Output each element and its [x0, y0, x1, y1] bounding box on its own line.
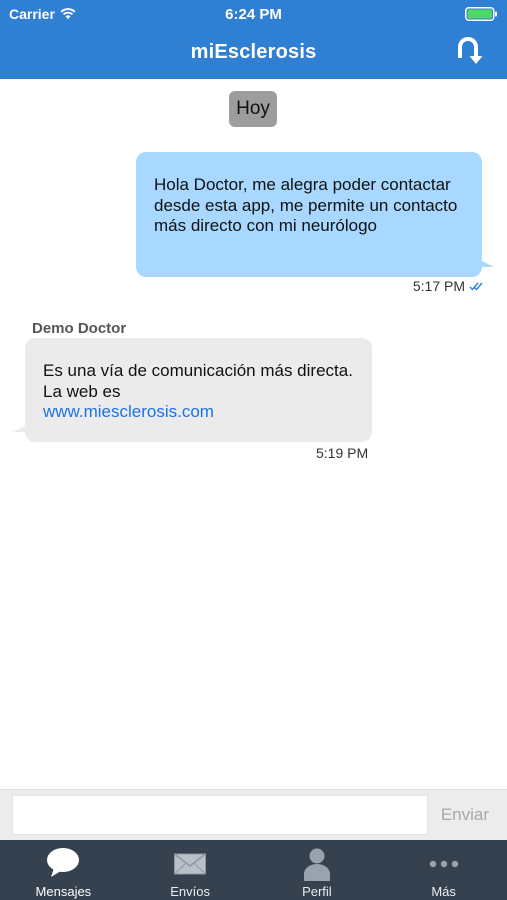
top-bar: Carrier 6:24 PM miEsclerosis	[0, 0, 507, 79]
message-composer: Enviar	[0, 789, 507, 840]
tab-label: Más	[431, 884, 456, 899]
message-bubble-incoming[interactable]: Es una vía de comunicación más directa. …	[13, 338, 372, 442]
message-meta: 5:17 PM	[413, 278, 483, 294]
sender-name: Demo Doctor	[32, 320, 127, 337]
status-bar: Carrier 6:24 PM	[0, 0, 507, 28]
message-bubble-outgoing[interactable]: Hola Doctor, me alegra poder contactar d…	[136, 152, 494, 277]
chat-bubble-icon	[47, 848, 80, 877]
more-dots-icon	[429, 860, 458, 868]
tab-label: Envíos	[170, 884, 210, 899]
tab-perfil[interactable]: Perfil	[254, 840, 381, 900]
tab-envios[interactable]: Envíos	[127, 840, 254, 900]
send-button[interactable]: Enviar	[441, 805, 489, 825]
read-receipt-icon	[469, 282, 483, 291]
tab-label: Perfil	[302, 884, 332, 899]
tab-mensajes[interactable]: Mensajes	[0, 840, 127, 900]
message-link[interactable]: www.miesclerosis.com	[43, 402, 214, 421]
status-time: 6:24 PM	[225, 6, 282, 23]
envelope-icon	[174, 853, 207, 875]
chat-area[interactable]: Hoy Hola Doctor, me alegra poder contact…	[0, 79, 507, 789]
message-time: 5:17 PM	[412, 278, 465, 294]
battery-icon	[465, 7, 497, 21]
message-text: Hola Doctor, me alegra poder contactar d…	[154, 175, 458, 235]
tab-bar: Mensajes Envíos Perfil Más	[0, 840, 507, 900]
message-text: Es una vía de comunicación más directa. …	[43, 361, 353, 401]
logout-uturn-icon[interactable]	[453, 36, 483, 68]
person-icon	[303, 848, 330, 881]
tab-mas[interactable]: Más	[380, 840, 507, 900]
message-time: 5:19 PM	[316, 445, 369, 461]
page-title: miEsclerosis	[190, 41, 317, 63]
tab-label: Mensajes	[35, 884, 92, 899]
date-separator: Hoy	[229, 91, 277, 127]
message-input[interactable]	[12, 795, 428, 835]
